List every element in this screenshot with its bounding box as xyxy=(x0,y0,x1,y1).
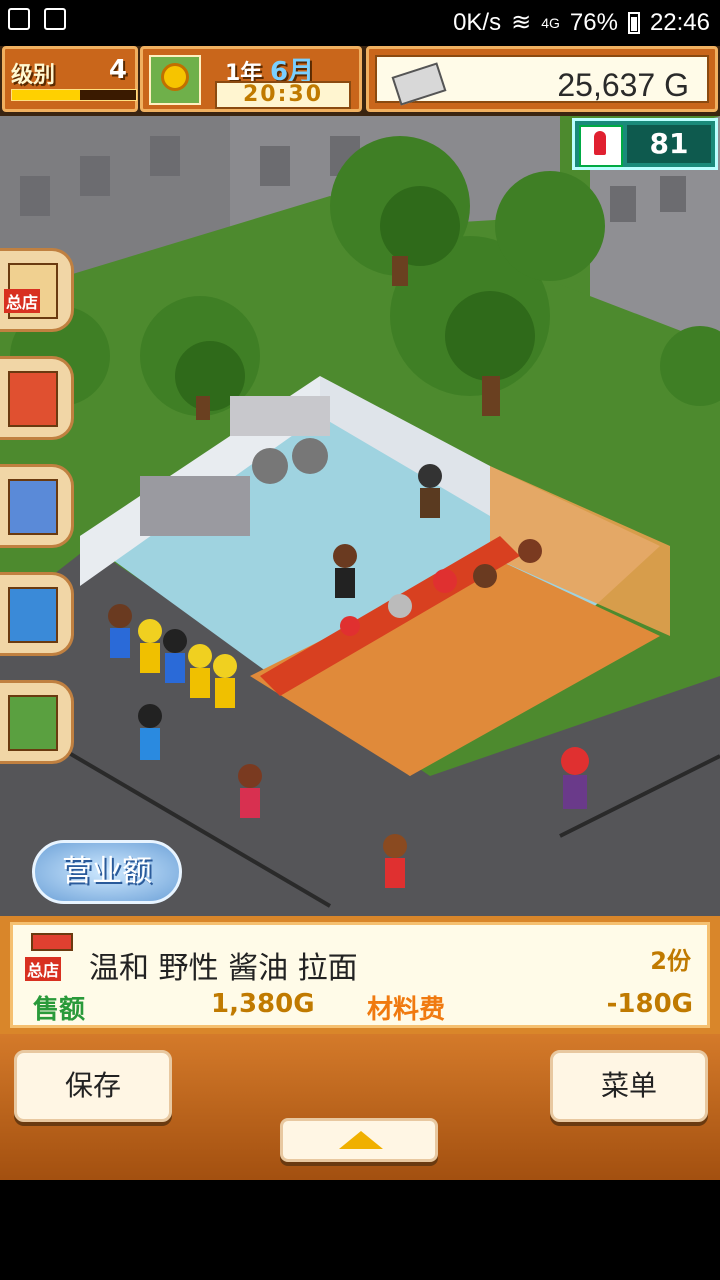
cost-value: -180G xyxy=(606,989,693,1019)
dish-name: 温和 野性 酱油 拉面 xyxy=(89,951,358,986)
notification-icon xyxy=(44,8,66,30)
level-progress-fill xyxy=(12,90,81,100)
level-progress-bar xyxy=(11,89,137,101)
money-panel[interactable]: 25,637 G xyxy=(366,46,718,112)
status-bar: 0K/s ≋ 4G 76% 22:46 xyxy=(0,0,720,46)
sales-label: 售额 xyxy=(33,995,86,1025)
ingredients-button[interactable] xyxy=(0,572,74,656)
items-button[interactable] xyxy=(0,680,74,764)
wifi-icon: ≋ xyxy=(511,9,532,36)
save-button[interactable]: 保存 xyxy=(14,1050,172,1122)
image-icon xyxy=(8,8,30,30)
sales-card: 总店 温和 野性 酱油 拉面 2份 售额 1,380G 材料费 -180G xyxy=(10,922,710,1028)
shop-tag: 总店 xyxy=(4,289,41,313)
scene-art xyxy=(0,116,720,916)
net-speed: 0K/s xyxy=(453,8,502,36)
menu-board-icon xyxy=(8,479,58,535)
shop-icon: 总店 xyxy=(25,933,75,987)
cost-label: 材料费 xyxy=(367,995,446,1025)
battery-percent: 76% xyxy=(569,8,618,36)
sales-value: 1,380G xyxy=(211,989,315,1019)
menu-board-button[interactable] xyxy=(0,464,74,548)
staff-button[interactable] xyxy=(0,356,74,440)
sales-badge-button[interactable]: 营业额 xyxy=(32,840,182,904)
items-icon xyxy=(8,695,58,751)
nav-bar xyxy=(0,1180,720,1280)
level-label: 级别 xyxy=(11,63,56,88)
date-panel[interactable]: 1年 6月 20:30 xyxy=(140,46,362,112)
money-amount: 25,637 G xyxy=(557,67,689,103)
sunflower-icon xyxy=(161,63,189,91)
bottom-controls: 保存 菜单 xyxy=(0,1034,720,1180)
sales-row: 售额 1,380G 材料费 -180G xyxy=(27,989,693,1025)
popularity-panel[interactable]: 81 xyxy=(572,118,718,170)
season-icon xyxy=(149,55,201,105)
expand-button[interactable] xyxy=(280,1118,438,1162)
sales-info-panel: 总店 温和 野性 酱油 拉面 2份 售额 1,380G 材料费 -180G xyxy=(0,916,720,1034)
popularity-icon xyxy=(579,125,623,167)
cash-icon xyxy=(391,62,447,106)
menu-button[interactable]: 菜单 xyxy=(550,1050,708,1122)
ingredients-icon xyxy=(8,587,58,643)
shop-tag: 总店 xyxy=(25,957,62,981)
level-panel[interactable]: 级别 4 xyxy=(2,46,138,112)
level-value: 4 xyxy=(108,55,127,85)
shop-button[interactable]: 总店 xyxy=(0,248,74,332)
money-box: 25,637 G xyxy=(375,55,709,106)
shop-roof-icon xyxy=(31,933,73,951)
battery-icon xyxy=(627,11,640,34)
game-time: 20:30 xyxy=(215,81,351,109)
popularity-value: 81 xyxy=(627,125,711,163)
staff-icon xyxy=(8,371,58,427)
network-type: 4G xyxy=(541,14,560,31)
restaurant-scene[interactable] xyxy=(0,116,720,916)
arrow-up-icon xyxy=(339,1131,383,1149)
clock: 22:46 xyxy=(649,8,710,36)
dish-count: 2份 xyxy=(650,947,691,975)
